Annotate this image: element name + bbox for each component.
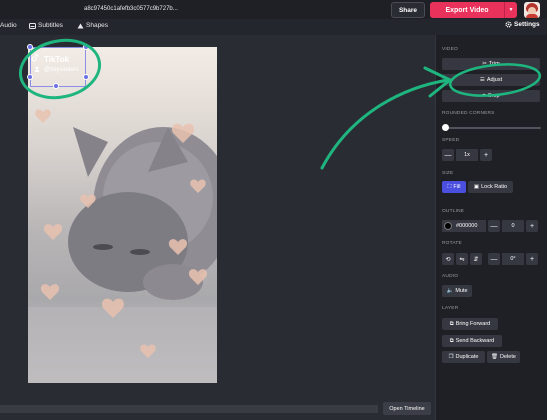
- tool-shapes[interactable]: Shapes: [77, 22, 108, 29]
- section-layer: LAYER: [442, 306, 459, 311]
- avatar-shirt: [526, 14, 538, 18]
- tool-subtitles-label: Subtitles: [38, 22, 63, 29]
- dropdown-caret-icon[interactable]: ▼: [504, 2, 517, 18]
- tool-subtitles[interactable]: Subtitles: [29, 22, 63, 29]
- rounded-corners-slider-thumb[interactable]: [442, 124, 449, 131]
- duplicate-label: Duplicate: [455, 354, 479, 360]
- cat-eye-left: [93, 244, 113, 250]
- resize-handle[interactable]: [83, 44, 89, 50]
- section-video: VIDEO: [442, 47, 458, 52]
- trim-icon: ✂: [482, 61, 487, 67]
- editor-toolbar: Audio Subtitles Shapes Settings: [0, 19, 547, 35]
- resize-handle[interactable]: [83, 74, 89, 80]
- tool-audio-label: Audio: [0, 22, 17, 29]
- heart-icon: [40, 284, 60, 300]
- adjust-label: Adjust: [486, 77, 503, 83]
- crop-label: Crop: [487, 93, 500, 99]
- rounded-corners-slider[interactable]: [445, 127, 541, 129]
- rotate-handle[interactable]: [53, 83, 59, 89]
- cat-eye-right: [130, 249, 150, 255]
- rotate-icon[interactable]: ⟲: [442, 253, 454, 265]
- avatar[interactable]: [524, 2, 540, 18]
- flip-horizontal-icon[interactable]: ⇋: [456, 253, 468, 265]
- export-video-button[interactable]: Export Video ▼: [430, 2, 517, 18]
- bring-forward-button[interactable]: ⧉ Bring Forward: [442, 318, 498, 330]
- rotate-decrease-button[interactable]: —: [488, 253, 500, 265]
- cat-image: [28, 109, 217, 383]
- shapes-icon: [77, 23, 84, 28]
- lock-ratio-button[interactable]: ▣ Lock Ratio: [468, 181, 513, 193]
- adjust-button[interactable]: ☰ Adjust: [442, 74, 540, 86]
- tool-shapes-label: Shapes: [86, 22, 109, 29]
- section-outline: OUTLINE: [442, 209, 465, 214]
- project-title[interactable]: a8c97450c1afefb3c0577c9b727b...: [84, 6, 178, 12]
- section-size: SIZE: [442, 171, 454, 176]
- section-rotate: ROTATE: [442, 241, 462, 246]
- speed-decrease-button[interactable]: —: [442, 149, 454, 161]
- outline-decrease-button[interactable]: —: [488, 220, 500, 232]
- open-timeline-button[interactable]: Open Timeline: [383, 402, 431, 415]
- section-rounded-corners: ROUNDED CORNERS: [442, 111, 495, 116]
- send-backward-label: Send Backward: [455, 338, 495, 344]
- blanket: [28, 307, 217, 383]
- lock-ratio-label: Lock Ratio: [481, 184, 508, 190]
- fill-label: Fill: [453, 184, 461, 190]
- crop-icon: ⌗: [482, 92, 486, 99]
- duplicate-icon: ❐: [448, 354, 454, 360]
- tiktok-username: @zeysinders: [44, 67, 79, 73]
- lock-ratio-icon: ▣: [473, 184, 480, 190]
- send-backward-button[interactable]: ⧉ Send Backward: [442, 335, 502, 347]
- outline-width-value[interactable]: 0: [502, 220, 524, 232]
- share-button[interactable]: Share: [391, 2, 425, 18]
- outline-increase-button[interactable]: +: [526, 220, 538, 232]
- adjust-icon: ☰: [479, 77, 485, 83]
- resize-handle[interactable]: [27, 44, 33, 50]
- rotate-value[interactable]: 0°: [502, 253, 524, 265]
- mute-label: Mute: [455, 288, 468, 294]
- delete-button[interactable]: 🗑 Delete: [487, 351, 520, 363]
- settings-button[interactable]: Settings: [505, 21, 540, 28]
- delete-label: Delete: [500, 354, 516, 360]
- outline-color-swatch[interactable]: [444, 222, 452, 230]
- speed-increase-button[interactable]: +: [480, 149, 492, 161]
- send-backward-icon: ⧉: [449, 337, 454, 344]
- speed-value[interactable]: 1x: [456, 149, 478, 161]
- settings-gear-icon: [505, 21, 512, 28]
- fill-button[interactable]: ⛶ Fill: [442, 181, 466, 193]
- trim-button[interactable]: ✂ Trim: [442, 58, 540, 70]
- delete-icon: 🗑: [491, 354, 499, 360]
- tiktok-name: TikTok: [44, 55, 70, 64]
- rotate-increase-button[interactable]: +: [526, 253, 538, 265]
- settings-label: Settings: [514, 21, 540, 28]
- trim-label: Trim: [488, 61, 500, 67]
- crop-button[interactable]: ⌗ Crop: [442, 90, 540, 102]
- export-video-label: Export Video: [445, 6, 489, 14]
- timeline-scrollbar[interactable]: [0, 405, 378, 413]
- resize-handle[interactable]: [27, 74, 33, 80]
- heart-icon: [35, 109, 51, 123]
- section-audio: AUDIO: [442, 274, 459, 279]
- fill-icon: ⛶: [447, 183, 452, 190]
- tool-audio[interactable]: Audio: [0, 22, 17, 29]
- bring-forward-label: Bring Forward: [455, 321, 491, 327]
- mute-button[interactable]: 🔈 Mute: [442, 285, 472, 297]
- section-speed: SPEED: [442, 138, 460, 143]
- heart-icon: [43, 224, 63, 240]
- video-preview[interactable]: [28, 47, 217, 383]
- duplicate-button[interactable]: ❐ Duplicate: [442, 351, 485, 363]
- flip-vertical-icon[interactable]: ⇵: [470, 253, 482, 265]
- bring-forward-icon: ⧉: [449, 320, 454, 327]
- top-bar: a8c97450c1afefb3c0577c9b727b... Share Ex…: [0, 0, 547, 19]
- subtitles-icon: [29, 22, 36, 29]
- mute-icon: 🔈: [446, 288, 454, 294]
